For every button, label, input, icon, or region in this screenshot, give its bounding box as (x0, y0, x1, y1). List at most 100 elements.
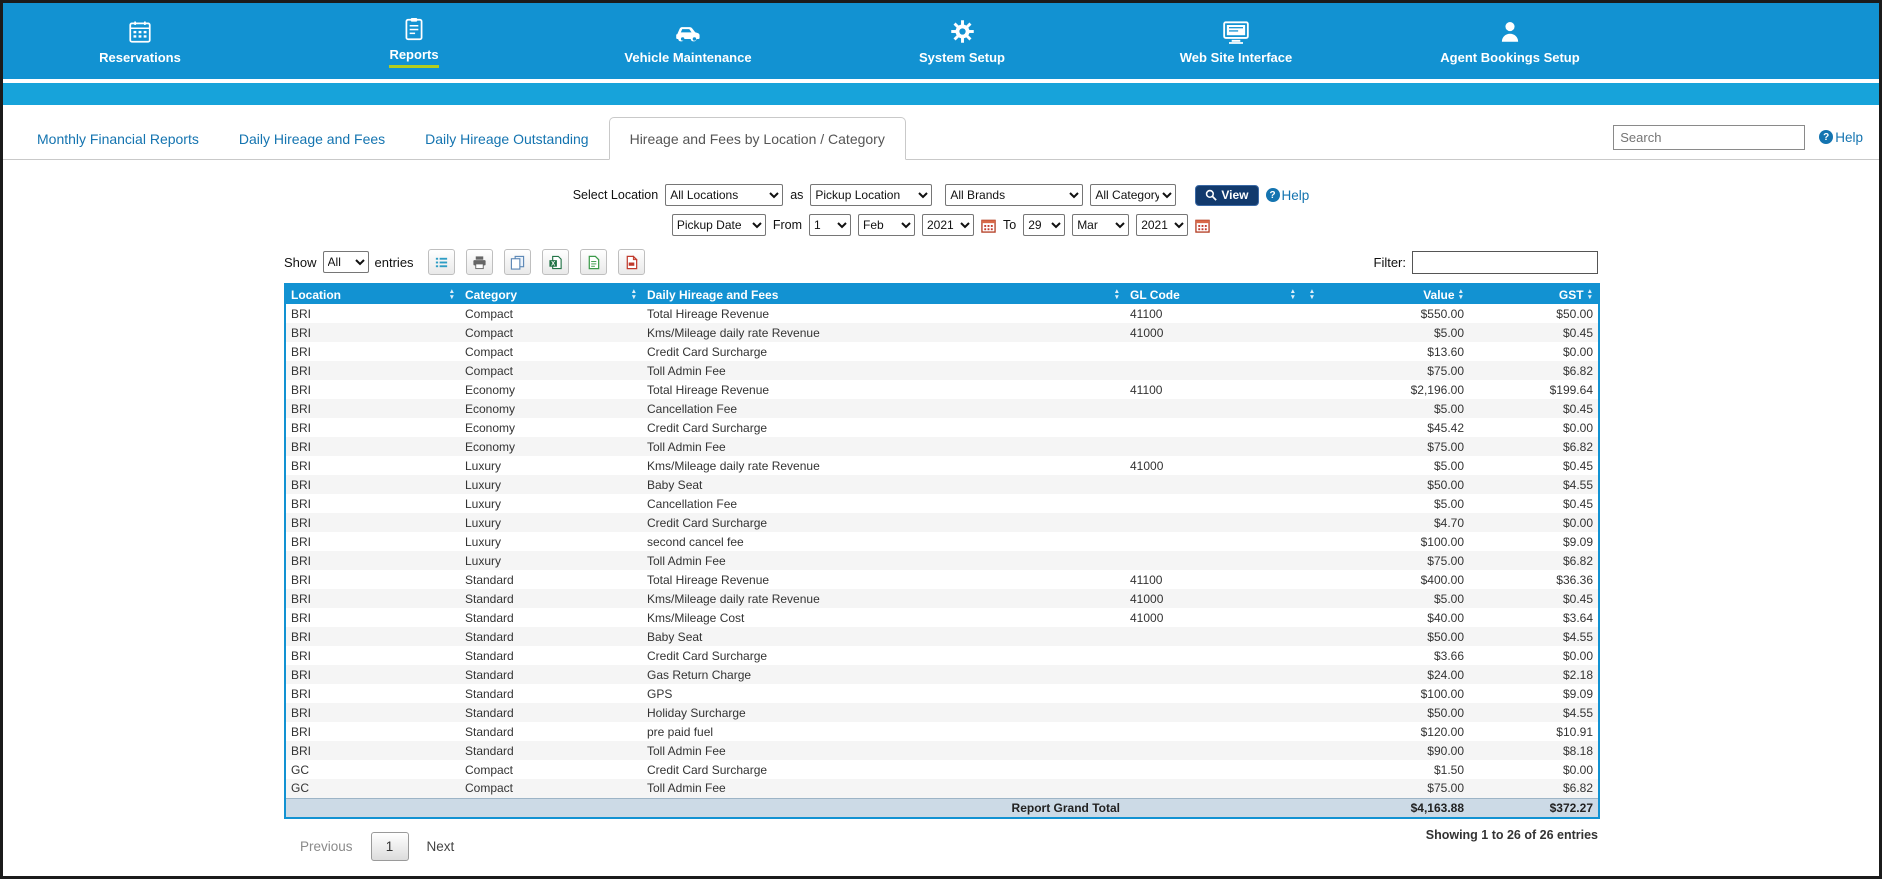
table-body: BRI Compact Total Hireage Revenue 41100 $550… (285, 304, 1599, 798)
search-input[interactable] (1613, 124, 1806, 150)
cell-category: Compact (465, 344, 514, 359)
sort-icon[interactable]: ▲ ▼ (1114, 289, 1120, 300)
date-filter-row: Pickup Date From 1 Feb 2021 To 29 Mar 20… (284, 214, 1598, 236)
nav-item-web-site-interface[interactable]: Web Site Interface (1099, 3, 1373, 79)
table-row: BRI Compact Kms/Mileage daily rate Revenue… (285, 323, 1599, 342)
from-calendar-icon[interactable] (981, 218, 996, 233)
brands-select[interactable]: All Brands (945, 184, 1084, 206)
cell-daily-hireage-and-fees: Toll Admin Fee (647, 553, 726, 568)
cell-daily-hireage-and-fees: Baby Seat (647, 629, 703, 644)
help-link[interactable]: ? Help (1819, 130, 1863, 145)
filters-help-link[interactable]: ? Help (1265, 188, 1309, 203)
nav-label-reports: Reports (389, 47, 439, 68)
column-header-gl-code[interactable]: GL Code ▲ ▼ (1125, 284, 1301, 304)
to-year-select[interactable]: 2021 (1136, 214, 1189, 236)
sort-icon[interactable]: ▲ ▼ (1309, 289, 1315, 300)
from-month-select[interactable]: Feb (857, 214, 915, 236)
column-header-category[interactable]: Category ▲ ▼ (460, 284, 642, 304)
cell-location: BRI (291, 629, 312, 644)
sort-icon[interactable]: ▲ ▼ (1290, 289, 1296, 300)
cell-gl-code (1125, 494, 1301, 513)
location-filter-row: Select Location All Locations as Pickup … (284, 184, 1598, 206)
select-location-label: Select Location (572, 188, 659, 202)
cell-gl-code (1125, 627, 1301, 646)
cell-gl-code: 41000 (1130, 591, 1164, 606)
cell-value: $400.00 (1420, 572, 1464, 587)
csv-export-button[interactable] (579, 249, 607, 275)
cell-location: BRI (291, 306, 312, 321)
sort-icon[interactable]: ▲ ▼ (631, 289, 637, 300)
cell-daily-hireage-and-fees: Kms/Mileage daily rate Revenue (647, 458, 820, 473)
location-select[interactable]: All Locations (665, 184, 784, 206)
sort-icon[interactable]: ▲ ▼ (1587, 289, 1593, 300)
from-year-select[interactable]: 2021 (921, 214, 974, 236)
previous-page-button[interactable]: Previous (300, 839, 353, 854)
tab-label: Daily Hireage and Fees (238, 131, 386, 147)
page-1-button[interactable]: 1 (370, 832, 409, 861)
show-entries-select[interactable]: All (322, 251, 369, 273)
nav-item-agent-bookings-setup[interactable]: Agent Bookings Setup (1373, 3, 1647, 79)
header-row: Location ▲ ▼ Category ▲ ▼ Daily Hireage and Fe… (285, 284, 1599, 304)
view-button[interactable]: View (1195, 184, 1259, 206)
table-filter-input[interactable] (1412, 250, 1598, 274)
cell-gst: $0.45 (1562, 325, 1593, 340)
column-header-daily-hireage-and-fees[interactable]: Daily Hireage and Fees ▲ ▼ (642, 284, 1125, 304)
cell-value: $50.00 (1427, 705, 1464, 720)
cell-value: $5.00 (1433, 591, 1464, 606)
pdf-export-button[interactable] (617, 249, 645, 275)
table-row: BRI Luxury Kms/Mileage daily rate Revenue 4… (285, 456, 1599, 475)
next-page-button[interactable]: Next (427, 839, 455, 854)
cell-spacer (1301, 779, 1323, 798)
cell-value: $75.00 (1427, 781, 1464, 796)
cell-spacer (1301, 760, 1323, 779)
cell-value: $24.00 (1427, 667, 1464, 682)
nav-item-vehicle-maintenance[interactable]: Vehicle Maintenance (551, 3, 825, 79)
column-header-location[interactable]: Location ▲ ▼ (285, 284, 460, 304)
nav-item-reservations[interactable]: Reservations (3, 3, 277, 79)
column-header-spacer[interactable]: ▲ ▼ (1301, 284, 1323, 304)
to-month-select[interactable]: Mar (1072, 214, 1130, 236)
cell-location: BRI (291, 591, 312, 606)
help-label: Help (1835, 129, 1863, 145)
sort-icon[interactable]: ▲ ▼ (1458, 289, 1464, 300)
cell-gst: $4.55 (1562, 477, 1593, 492)
column-header-gst[interactable]: GST ▲ ▼ (1469, 284, 1599, 304)
nav-item-system-setup[interactable]: System Setup (825, 3, 1099, 79)
category-select[interactable]: All Category (1090, 184, 1177, 206)
table-row: BRI Luxury Cancellation Fee $5.00 $0.45 (285, 494, 1599, 513)
cell-spacer (1301, 608, 1323, 627)
table-row: BRI Standard GPS $100.00 $9.09 (285, 684, 1599, 703)
column-visibility-button[interactable] (427, 249, 455, 275)
tab-daily-hireage-and-fees[interactable]: Daily Hireage and Fees (219, 118, 405, 159)
cell-value: $50.00 (1427, 477, 1464, 492)
tab-hireage-and-fees-by-location-category[interactable]: Hireage and Fees by Location / Category (608, 117, 906, 160)
cell-value: $45.42 (1427, 420, 1464, 435)
cell-daily-hireage-and-fees: Gas Return Charge (647, 667, 752, 682)
cell-category: Economy (465, 382, 516, 397)
cell-category: Standard (465, 572, 514, 587)
to-day-select[interactable]: 29 (1023, 214, 1066, 236)
print-button[interactable] (465, 249, 493, 275)
date-type-select[interactable]: Pickup Date (671, 214, 766, 236)
cell-gst: $0.45 (1562, 591, 1593, 606)
cell-gst: $6.82 (1562, 363, 1593, 378)
cell-location: BRI (291, 553, 312, 568)
grand-total-gst: $372.27 (1469, 797, 1599, 818)
secondary-nav-strip (3, 83, 1879, 105)
cell-spacer (1301, 494, 1323, 513)
to-calendar-icon[interactable] (1195, 218, 1210, 233)
excel-export-button[interactable]: X (541, 249, 569, 275)
from-day-select[interactable]: 1 (808, 214, 851, 236)
cell-value: $100.00 (1420, 534, 1464, 549)
column-label: Daily Hireage and Fees (647, 287, 779, 302)
sort-icon[interactable]: ▲ ▼ (449, 289, 455, 300)
column-header-value[interactable]: Value ▲ ▼ (1323, 284, 1469, 304)
nav-item-reports[interactable]: Reports (277, 3, 551, 79)
tab-daily-hireage-outstanding[interactable]: Daily Hireage Outstanding (405, 118, 608, 159)
location-type-select[interactable]: Pickup Location (810, 184, 933, 206)
cell-location: BRI (291, 534, 312, 549)
cell-spacer (1301, 437, 1323, 456)
cell-gst: $0.45 (1562, 401, 1593, 416)
tab-monthly-financial-reports[interactable]: Monthly Financial Reports (17, 118, 219, 159)
copy-button[interactable] (503, 249, 531, 275)
